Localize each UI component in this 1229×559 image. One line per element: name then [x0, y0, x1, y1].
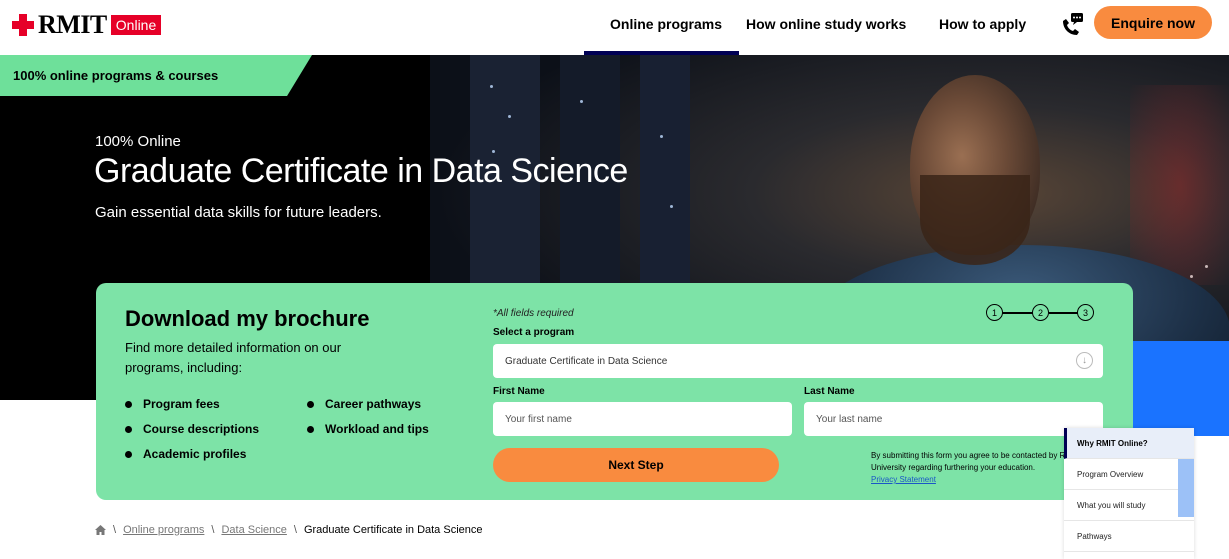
page-title: Graduate Certificate in Data Science: [94, 152, 628, 190]
side-menu-scrollbar[interactable]: [1178, 459, 1194, 517]
breadcrumb-link-online-programs[interactable]: Online programs: [123, 524, 204, 536]
list-item: Career pathways: [307, 397, 421, 411]
required-note: *All fields required: [493, 308, 574, 319]
bullet-icon: [125, 400, 132, 408]
breadcrumb-separator: \: [211, 524, 215, 536]
program-label: Select a program: [493, 327, 575, 338]
bullet-icon: [307, 425, 314, 433]
phone-chat-icon[interactable]: [1058, 12, 1084, 38]
consent-text: By submitting this form you agree to be …: [871, 451, 1079, 472]
breadcrumb: \ Online programs \ Data Science \ Gradu…: [95, 524, 483, 536]
last-name-field[interactable]: Your last name: [804, 402, 1103, 436]
bullet-label: Course descriptions: [143, 422, 260, 436]
nav-how-to-apply[interactable]: How to apply: [939, 16, 1026, 32]
bullet-label: Workload and tips: [325, 422, 429, 436]
step-2: 2: [1032, 304, 1049, 321]
side-menu-pathways[interactable]: Pathways: [1064, 521, 1194, 552]
logo-text: RMIT: [38, 10, 107, 39]
step-3: 3: [1077, 304, 1094, 321]
breadcrumb-separator: \: [113, 524, 117, 536]
breadcrumb-current: Graduate Certificate in Data Science: [303, 524, 483, 536]
program-select-value: Graduate Certificate in Data Science: [505, 355, 668, 367]
enquire-now-button[interactable]: Enquire now: [1094, 6, 1212, 39]
home-icon[interactable]: [95, 525, 106, 535]
bullet-label: Academic profiles: [143, 447, 247, 461]
list-item: Program fees: [125, 397, 220, 411]
brochure-description: Find more detailed information on our pr…: [125, 340, 342, 375]
first-name-label: First Name: [493, 386, 545, 397]
list-item: Course descriptions: [125, 422, 259, 436]
brochure-title: Download my brochure: [125, 306, 370, 331]
bullet-icon: [125, 450, 132, 458]
last-name-label: Last Name: [804, 386, 855, 397]
decorative-blue-block: [1133, 341, 1229, 436]
rmit-online-logo[interactable]: RMIT Online: [12, 10, 162, 40]
rmit-cross-icon: [12, 14, 34, 36]
bullet-icon: [125, 425, 132, 433]
nav-online-programs[interactable]: Online programs: [610, 16, 722, 32]
breadcrumb-link-data-science[interactable]: Data Science: [221, 524, 286, 536]
nav-how-online-study-works[interactable]: How online study works: [746, 16, 906, 32]
side-menu-what-you-will-study[interactable]: What you will study: [1064, 490, 1194, 521]
list-item: Workload and tips: [307, 422, 429, 436]
in-page-side-menu: Why RMIT Online? Program Overview What y…: [1064, 428, 1194, 559]
consent-text-block: By submitting this form you agree to be …: [871, 450, 1091, 486]
logo-badge: Online: [110, 15, 162, 35]
step-1: 1: [986, 304, 1003, 321]
top-navigation-bar: RMIT Online Online programs How online s…: [0, 0, 1229, 55]
chevron-down-icon: ↓: [1076, 352, 1093, 369]
hero-subtitle: Gain essential data skills for future le…: [95, 204, 382, 221]
hero-kicker: 100% Online: [95, 133, 181, 150]
first-name-field[interactable]: Your first name: [493, 402, 792, 436]
next-step-button[interactable]: Next Step: [493, 448, 779, 482]
bullet-label: Career pathways: [325, 397, 422, 411]
program-select[interactable]: Graduate Certificate in Data Science ↓: [493, 344, 1103, 378]
breadcrumb-separator: \: [293, 524, 297, 536]
list-item: Academic profiles: [125, 447, 246, 461]
hero-tag-text: 100% online programs & courses: [13, 68, 219, 83]
side-menu-why-rmit-online[interactable]: Why RMIT Online?: [1064, 428, 1194, 459]
privacy-statement-link[interactable]: Privacy Statement: [871, 475, 936, 484]
bullet-icon: [307, 400, 314, 408]
bullet-label: Program fees: [143, 397, 220, 411]
side-menu-program-overview[interactable]: Program Overview: [1064, 459, 1194, 490]
form-step-indicator: 1 2 3: [986, 304, 1094, 322]
